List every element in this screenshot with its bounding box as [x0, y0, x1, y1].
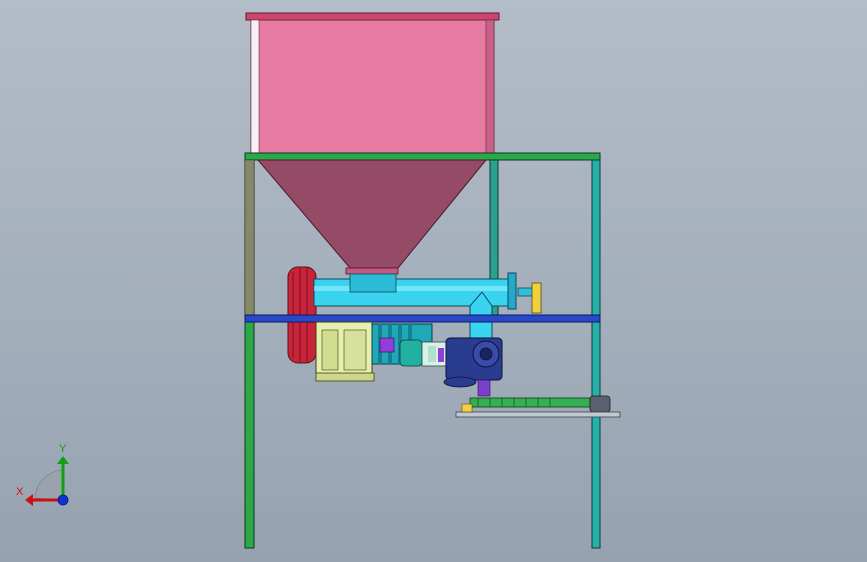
triad-grey-quadrant	[34, 469, 64, 501]
triad-x-arrowhead	[25, 494, 33, 506]
triad-x-label: X	[16, 486, 24, 498]
triad-y-arrowhead	[57, 456, 69, 464]
triad-z-axis	[57, 494, 69, 506]
triad-y-label: Y	[59, 443, 67, 455]
coordinate-triad	[25, 456, 69, 506]
cad-viewport[interactable]: Y X	[0, 0, 867, 562]
